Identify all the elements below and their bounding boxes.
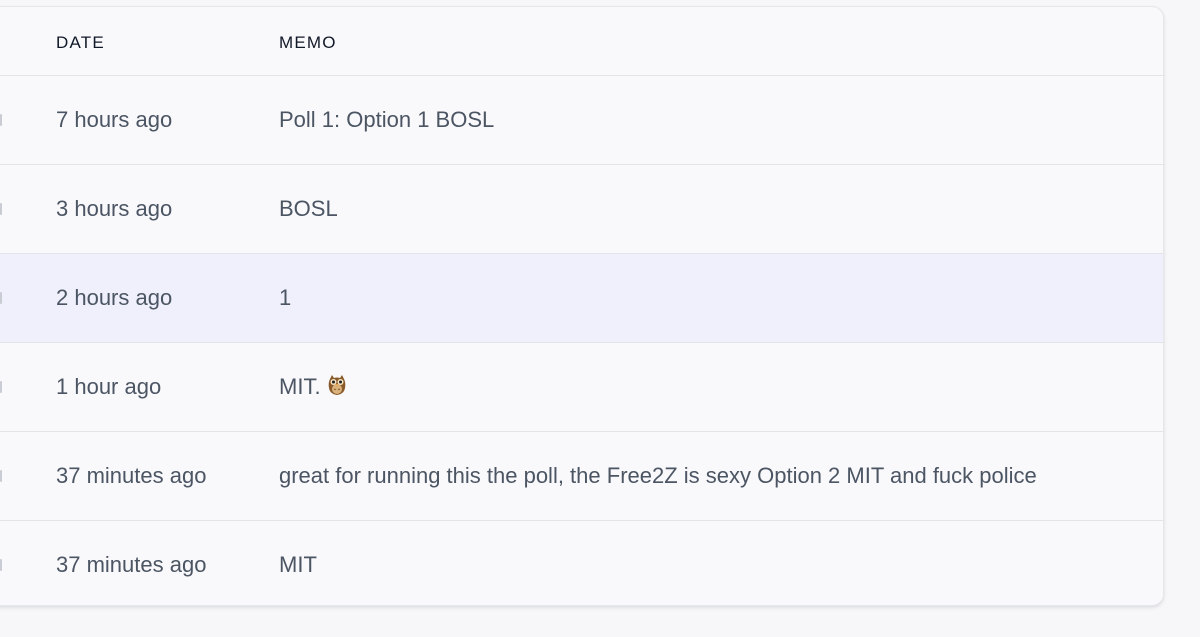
row-edge-marker [0,203,2,215]
row-edge-marker [0,292,2,304]
transactions-table: DATE MEMO 7 hours ago Poll 1: Option 1 B… [0,6,1164,606]
owl-icon [327,374,347,402]
date-cell: 37 minutes ago [56,463,207,488]
table-row[interactable]: 7 hours ago Poll 1: Option 1 BOSL [0,76,1163,165]
date-cell: 37 minutes ago [56,552,207,577]
table-row-highlighted[interactable]: 2 hours ago 1 [0,254,1163,343]
column-header-date[interactable]: DATE [56,33,105,53]
column-header-memo[interactable]: MEMO [279,33,337,53]
row-edge-marker [0,559,2,571]
memo-cell: MIT [279,552,317,577]
table-row[interactable]: 37 minutes ago great for running this th… [0,432,1163,521]
memo-cell: Poll 1: Option 1 BOSL [279,107,495,132]
memo-cell: 1 [279,285,292,310]
date-cell: 3 hours ago [56,196,173,221]
memo-cell: BOSL [279,196,338,221]
memo-cell: MIT. [279,374,347,402]
memo-text: MIT. [279,374,321,399]
date-cell: 7 hours ago [56,107,173,132]
row-edge-marker [0,381,2,393]
table-header: DATE MEMO [0,7,1163,76]
row-edge-marker [0,470,2,482]
table-row[interactable]: 1 hour ago MIT. [0,343,1163,432]
date-cell: 1 hour ago [56,374,162,399]
memo-cell: great for running this the poll, the Fre… [279,463,1037,488]
table-row[interactable]: 3 hours ago BOSL [0,165,1163,254]
row-edge-marker [0,114,2,126]
date-cell: 2 hours ago [56,285,173,310]
table-row[interactable]: 37 minutes ago MIT [0,521,1163,605]
